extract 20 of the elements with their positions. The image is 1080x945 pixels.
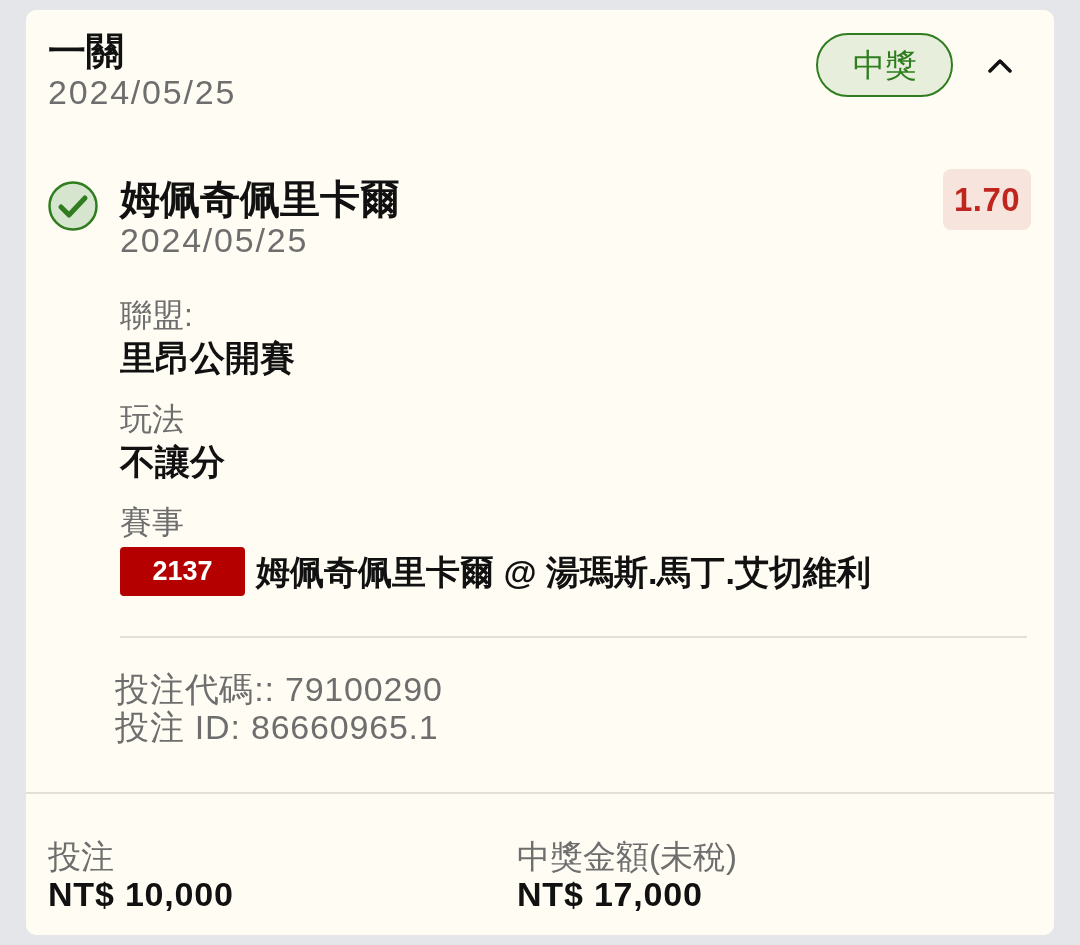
total-label: 投注 <box>48 838 114 876</box>
total-value: NT$ 10,000 <box>48 876 234 913</box>
chevron-up-icon <box>988 57 1012 73</box>
bet-reference: 投注 ID: 86660965.1 <box>115 708 439 746</box>
selection-date: 2024/05/25 <box>120 221 309 259</box>
event-name: 姆佩奇佩里卡爾 @ 湯瑪斯.馬丁.艾切維利 <box>256 551 871 592</box>
event-code-badge: 2137 <box>120 547 245 596</box>
status-badge: 中獎 <box>816 33 953 97</box>
bet-reference: 投注代碼:: 79100290 <box>115 670 443 708</box>
selection-name: 姆佩奇佩里卡爾 <box>120 177 400 221</box>
field-value: 不讓分 <box>120 442 225 482</box>
field-value: 里昂公開賽 <box>120 338 295 378</box>
bet-date: 2024/05/25 <box>48 73 237 111</box>
odds-badge: 1.70 <box>943 169 1031 230</box>
field-label: 玩法 <box>120 400 184 438</box>
event-label: 賽事 <box>120 503 184 541</box>
bet-title: 一關 <box>48 29 124 73</box>
field-label: 聯盟: <box>120 296 193 334</box>
total-label: 中獎金額(未稅) <box>517 838 737 876</box>
total-value: NT$ 17,000 <box>517 876 703 913</box>
